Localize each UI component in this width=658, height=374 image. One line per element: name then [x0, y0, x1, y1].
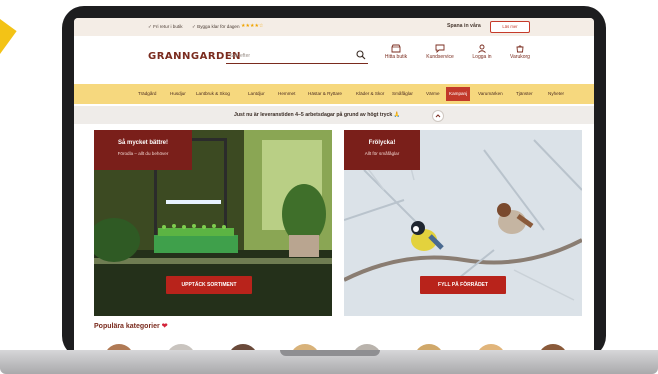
- customer-service-label: Kundservice: [426, 54, 454, 60]
- laptop-base: [0, 350, 658, 374]
- store-label: Hitta butik: [384, 54, 408, 60]
- laptop-frame: ✓ Fri retur i butik ✓ Bygga klar för dag…: [62, 6, 606, 358]
- login-label: Logga in: [472, 54, 492, 60]
- chevron-up-icon[interactable]: [432, 110, 444, 122]
- user-icon: [478, 44, 486, 53]
- decorative-yellow-stripe: [0, 0, 17, 218]
- store-icon: [391, 44, 401, 53]
- nav-item-smafaglar[interactable]: Småfåglar: [392, 91, 413, 96]
- nav-item-lantbruk[interactable]: Lantbruk & Skog: [196, 91, 230, 96]
- nav-item-varme[interactable]: Värme: [426, 91, 440, 96]
- nav-item-kampanj[interactable]: Kampanj: [446, 87, 471, 101]
- read-more-button[interactable]: Läs mer: [490, 21, 530, 33]
- customer-service-button[interactable]: Kundservice: [418, 44, 462, 60]
- search-placeholder: Sök efter: [230, 53, 251, 59]
- usp-item: ✓ Bygga klar för dagen: [192, 24, 240, 29]
- delivery-notice-bar: Just nu är leveranstiden 4–5 arbetsdagar…: [74, 106, 594, 124]
- usp-item: ✓ Fri retur i butik: [148, 24, 183, 29]
- promo-banner-birds[interactable]: Frölycka! Allt för småfåglar FYLL PÅ FÖR…: [344, 130, 582, 316]
- main-navigation: Trädgård Husdjur Lantbruk & Skog Lantdju…: [74, 84, 594, 104]
- heart-icon: ❤: [161, 323, 168, 330]
- nav-item-varumarken[interactable]: Varumärken: [478, 91, 503, 96]
- top-utility-bar: ✓ Fri retur i butik ✓ Bygga klar för dag…: [74, 18, 594, 36]
- cart-label: Varukorg: [510, 54, 530, 60]
- nav-item-lantdjur[interactable]: Lantdjur: [248, 91, 265, 96]
- nav-item-husdjur[interactable]: Husdjur: [170, 91, 186, 96]
- nav-item-hastar[interactable]: Hästar & Ryttare: [308, 91, 342, 96]
- nav-item-klader[interactable]: Kläder & Skor: [356, 91, 384, 96]
- promo-subtitle: Förodla – allt du behöver: [117, 151, 169, 156]
- explore-label: Spana in våra: [447, 23, 481, 29]
- delivery-notice-text: Just nu är leveranstiden 4–5 arbetsdagar…: [234, 112, 401, 118]
- nav-item-hemmet[interactable]: Hemmet: [278, 91, 295, 96]
- promo-banner-seedlings[interactable]: Så mycket bättre! Förodla – allt du behö…: [94, 130, 332, 316]
- nav-item-tjanster[interactable]: Tjänster: [516, 91, 533, 96]
- promo-title: Så mycket bättre!: [117, 140, 169, 146]
- promo-text-box: Frölycka! Allt för småfåglar: [344, 130, 420, 170]
- cart-icon: [516, 45, 524, 53]
- promo-text-box: Så mycket bättre! Förodla – allt du behö…: [94, 130, 192, 170]
- site-header: GRANNGARDEN Sök efter Hitta butik Kundse…: [74, 36, 594, 84]
- fill-up-supplies-button[interactable]: FYLL PÅ FÖRRÅDET: [420, 276, 506, 294]
- search-icon[interactable]: [356, 50, 366, 60]
- website-screen: ✓ Fri retur i butik ✓ Bygga klar för dag…: [74, 18, 594, 354]
- store-locator-button[interactable]: Hitta butik: [374, 44, 418, 60]
- promo-subtitle: Allt för småfåglar: [364, 151, 400, 156]
- cart-button[interactable]: Varukorg: [498, 44, 542, 60]
- nav-item-nyheter[interactable]: Nyheter: [548, 91, 564, 96]
- popular-categories-heading: Populära kategorier ❤: [94, 322, 168, 330]
- laptop-notch: [280, 350, 380, 356]
- chat-icon: [435, 44, 445, 53]
- rating-stars: ★★★★☆: [241, 23, 264, 29]
- search-input[interactable]: Sök efter: [226, 49, 368, 64]
- discover-assortment-button[interactable]: UPPTÄCK SORTIMENT: [166, 276, 252, 294]
- promo-title: Frölycka!: [368, 140, 396, 146]
- nav-item-tradgard[interactable]: Trädgård: [138, 91, 156, 96]
- popular-categories-title: Populära kategorier: [94, 323, 160, 330]
